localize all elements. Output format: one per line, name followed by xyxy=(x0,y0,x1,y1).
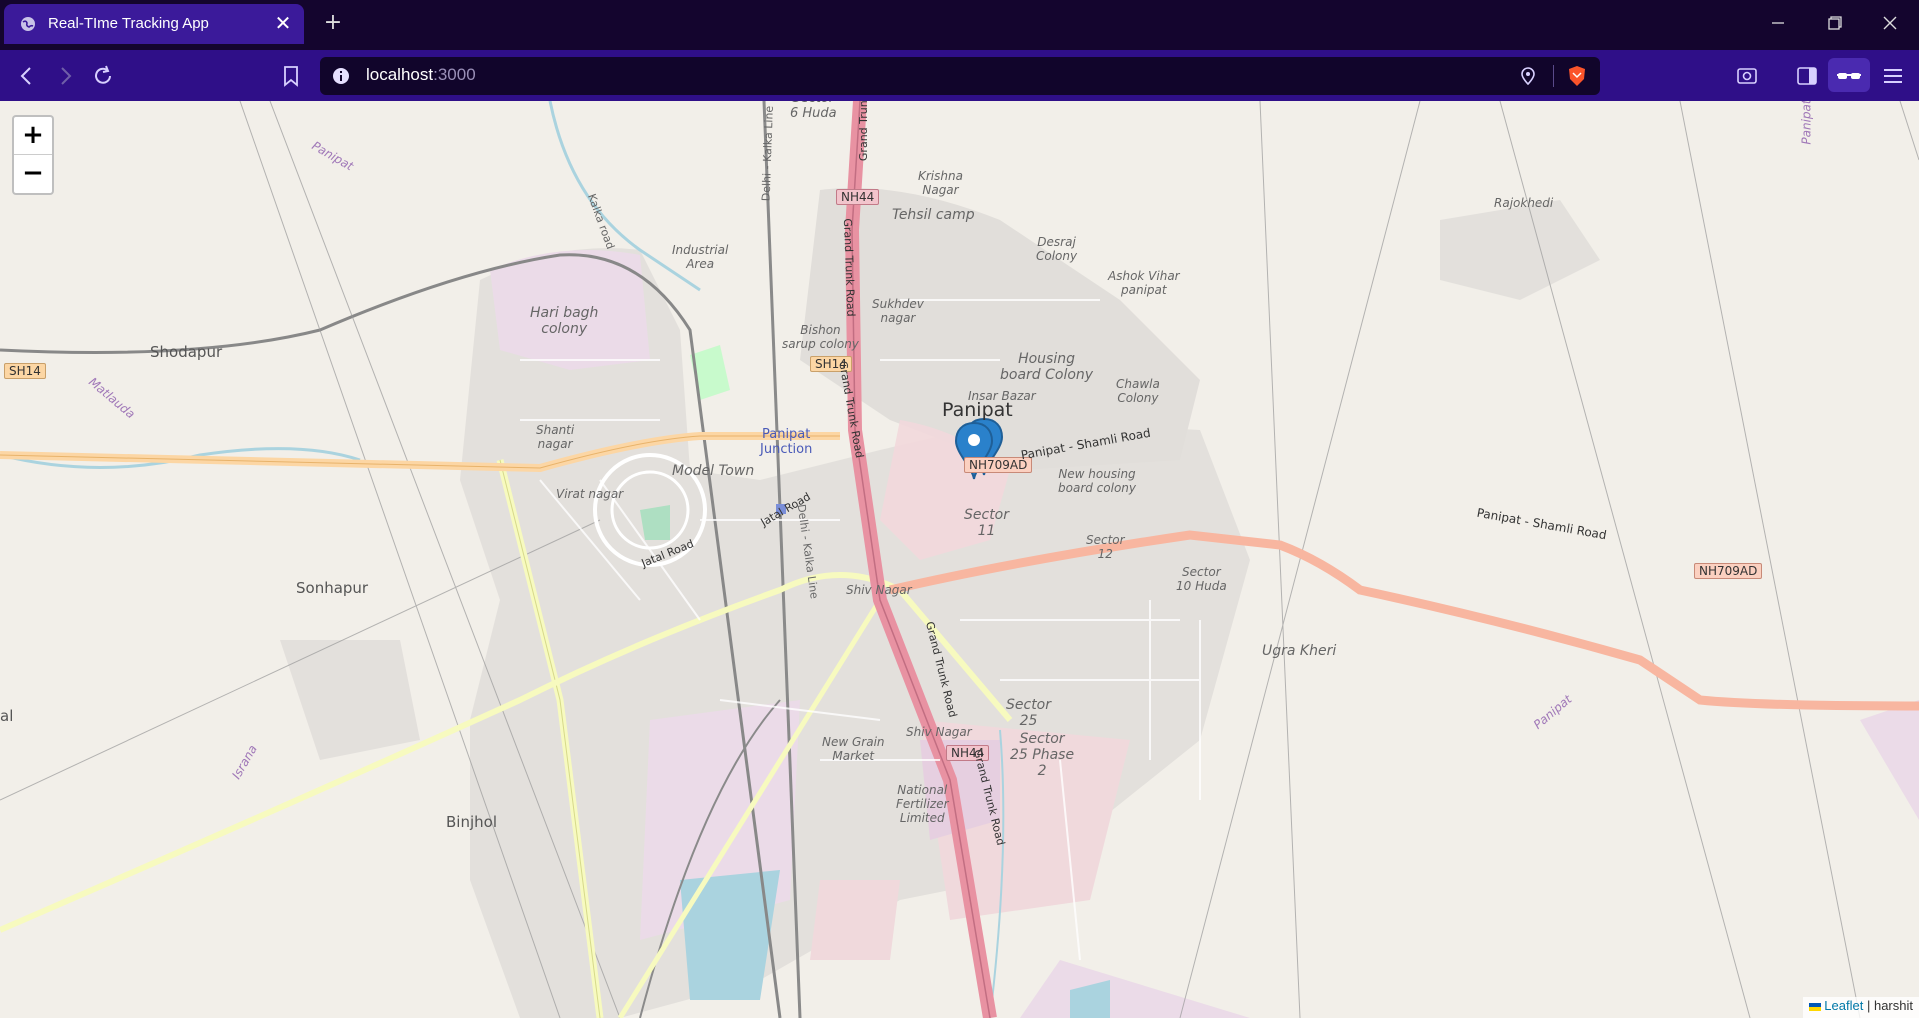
place-label: Model Town xyxy=(672,463,755,479)
place-label: National Fertilizer Limited xyxy=(896,783,949,825)
place-label: New Grain Market xyxy=(822,735,885,763)
place-label: Sukhdev nagar xyxy=(872,297,924,325)
place-label: Shiv Nagar xyxy=(906,725,972,739)
place-label: Sector 25 Phase 2 xyxy=(1010,731,1075,779)
place-label: Binjhol xyxy=(446,813,497,831)
map-container[interactable]: Sector 6 Huda Krishna Nagar Tehsil camp … xyxy=(0,101,1919,1018)
menu-icon[interactable] xyxy=(1880,63,1906,89)
address-bar[interactable]: localhost:3000 xyxy=(320,57,1600,95)
map-attribution: Leaflet | harshit xyxy=(1802,997,1919,1018)
place-label: Sector 10 Huda xyxy=(1176,565,1227,593)
place-label: Ugra Kheri xyxy=(1262,643,1337,659)
place-label: Shanti nagar xyxy=(536,423,575,451)
road-shield: SH14 xyxy=(4,363,46,379)
url-port: :3000 xyxy=(433,65,476,84)
brave-shield-icon[interactable] xyxy=(1566,65,1588,87)
attribution-author: harshit xyxy=(1873,998,1913,1013)
city-label: Panipat xyxy=(942,399,1013,421)
place-label: Hari bagh colony xyxy=(530,305,599,337)
url-text[interactable]: localhost:3000 xyxy=(366,65,476,85)
new-tab-icon[interactable]: + xyxy=(322,12,344,34)
place-label: Housing board Colony xyxy=(1000,351,1094,383)
place-label: Industrial Area xyxy=(672,243,729,271)
place-label: New housing board colony xyxy=(1058,467,1136,495)
zoom-in-button[interactable]: + xyxy=(14,117,52,155)
place-label: Sector 6 Huda xyxy=(790,101,837,121)
ukraine-flag-icon xyxy=(1808,1002,1821,1011)
place-label: Shiv Nagar xyxy=(846,583,912,597)
map-tiles[interactable] xyxy=(0,101,1919,1018)
tab-bar: Real-TIme Tracking App ✕ + xyxy=(0,0,1919,50)
station-label: Panipat Junction xyxy=(760,427,813,457)
place-label: al xyxy=(0,707,14,725)
private-window-button[interactable] xyxy=(1828,58,1870,92)
navigation-bar: localhost:3000 xyxy=(0,50,1919,101)
address-separator xyxy=(1553,65,1554,87)
screenshot-icon[interactable] xyxy=(1734,63,1760,89)
road-shield: NH709AD xyxy=(1694,563,1763,579)
globe-icon xyxy=(21,17,35,31)
place-label: Rajokhedi xyxy=(1494,196,1554,210)
minimize-icon[interactable] xyxy=(1763,10,1793,36)
place-label: Virat nagar xyxy=(556,487,624,501)
browser-tab[interactable]: Real-TIme Tracking App ✕ xyxy=(4,4,304,44)
tab-title: Real-TIme Tracking App xyxy=(48,15,209,32)
place-label: Chawla Colony xyxy=(1116,377,1160,405)
road-label: Grand Trunk xyxy=(857,101,871,162)
place-label: Bishon sarup colony xyxy=(782,323,859,351)
url-host: localhost xyxy=(366,65,434,84)
location-pin-icon[interactable] xyxy=(1518,66,1538,86)
sidebar-icon[interactable] xyxy=(1794,63,1820,89)
bookmark-icon[interactable] xyxy=(278,63,304,89)
forward-icon[interactable] xyxy=(52,63,78,89)
site-info-icon[interactable] xyxy=(332,67,350,85)
place-label: Sector 12 xyxy=(1086,533,1125,561)
browser-chrome: Real-TIme Tracking App ✕ + localhost:300… xyxy=(0,0,1919,101)
leaflet-link[interactable]: Leaflet xyxy=(1824,998,1863,1013)
boundary-label: Panipat xyxy=(1799,101,1814,145)
zoom-control: + − xyxy=(12,115,54,195)
place-label: Sector 11 xyxy=(964,507,1010,539)
place-label: Desraj Colony xyxy=(1036,235,1078,263)
zoom-out-button[interactable]: − xyxy=(14,155,52,192)
place-label: Tehsil camp xyxy=(892,207,975,223)
place-label: Sector 25 xyxy=(1006,697,1052,729)
glasses-icon xyxy=(1837,73,1861,79)
window-close-icon[interactable] xyxy=(1875,10,1905,36)
road-shield: NH44 xyxy=(836,189,880,205)
place-label: Sonhapur xyxy=(296,579,369,597)
place-label: Krishna Nagar xyxy=(918,169,963,197)
close-icon[interactable]: ✕ xyxy=(272,12,294,34)
reload-icon[interactable] xyxy=(90,63,116,89)
attribution-separator: | xyxy=(1866,998,1871,1013)
restore-icon[interactable] xyxy=(1819,10,1849,36)
place-label: Ashok Vihar panipat xyxy=(1108,269,1180,297)
place-label: Shodapur xyxy=(150,343,223,361)
back-icon[interactable] xyxy=(14,63,40,89)
